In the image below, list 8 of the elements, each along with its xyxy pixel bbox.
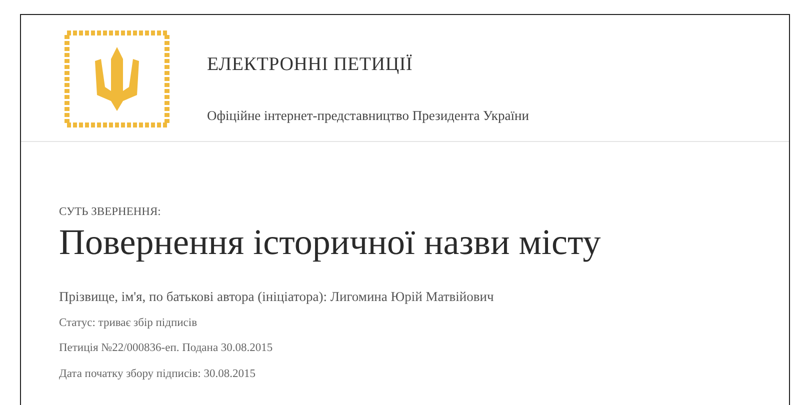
section-label: СУТЬ ЗВЕРНЕННЯ: bbox=[59, 205, 161, 220]
author-line: Прізвище, ім'я, по батькові автора (ініціатора): Лигомина Юрій Матвійович bbox=[59, 288, 494, 306]
detail-line: Статус: триває збір підписів bbox=[59, 316, 198, 332]
detail-line: Петиція №22/000836-еп. Подана 30.08.2015 bbox=[59, 341, 273, 356]
petition-title: Повернення історичної назви місту bbox=[59, 223, 601, 263]
detail-line: Дата початку збору підписів: 30.08.2015 bbox=[59, 366, 256, 382]
site-subtitle: Офіційне інтернет-представництво Президента України bbox=[207, 106, 529, 125]
site-title: ЕЛЕКТРОННІ ПЕТИЦІЇ bbox=[207, 53, 414, 77]
